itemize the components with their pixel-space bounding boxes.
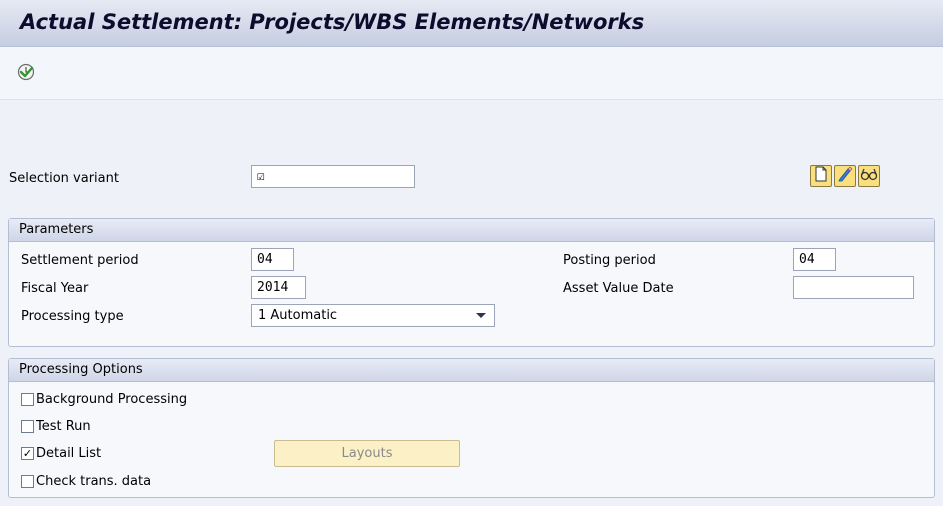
processing-type-value: 1 Automatic <box>258 308 338 323</box>
processing-options-group-title: Processing Options <box>9 359 934 382</box>
background-processing-label: Background Processing <box>36 391 188 407</box>
change-variant-button[interactable] <box>834 165 856 187</box>
posting-period-label: Posting period <box>563 253 656 268</box>
asset-value-date-input[interactable] <box>793 276 914 299</box>
detail-list-checkbox[interactable]: ✓ <box>21 446 34 460</box>
processing-type-dropdown[interactable]: 1 Automatic <box>251 304 495 327</box>
create-document-icon <box>814 166 828 186</box>
test-run-checkbox[interactable] <box>21 419 34 433</box>
layouts-button[interactable]: Layouts <box>274 440 460 467</box>
edit-pencil-icon <box>837 166 853 186</box>
settlement-period-label: Settlement period <box>21 253 139 268</box>
settlement-period-value: 04 <box>257 252 273 267</box>
detail-list-label: Detail List <box>36 445 102 461</box>
fiscal-year-input[interactable]: 2014 <box>251 276 306 299</box>
selection-variant-input[interactable]: ☑ <box>251 165 415 188</box>
test-run-label: Test Run <box>36 418 91 434</box>
selection-variant-label: Selection variant <box>9 171 119 186</box>
display-variant-button[interactable] <box>858 165 880 187</box>
page-title: Actual Settlement: Projects/WBS Elements… <box>20 10 645 34</box>
create-variant-button[interactable] <box>810 165 832 187</box>
processing-type-label: Processing type <box>21 309 124 324</box>
test-run-option[interactable]: Test Run <box>21 416 91 436</box>
title-bar: Actual Settlement: Projects/WBS Elements… <box>0 0 943 47</box>
background-processing-option[interactable]: Background Processing <box>21 389 187 409</box>
execute-clock-icon[interactable] <box>17 63 35 81</box>
settlement-period-input[interactable]: 04 <box>251 248 294 271</box>
check-trans-data-option[interactable]: Check trans. data <box>21 471 151 491</box>
posting-period-input[interactable]: 04 <box>793 248 836 271</box>
parameters-group-title: Parameters <box>9 219 934 242</box>
fiscal-year-value: 2014 <box>257 280 289 295</box>
check-trans-data-checkbox[interactable] <box>21 474 34 488</box>
posting-period-value: 04 <box>799 252 815 267</box>
dropdown-arrow-icon <box>476 313 486 318</box>
fiscal-year-label: Fiscal Year <box>21 281 89 296</box>
asset-value-date-label: Asset Value Date <box>563 281 674 296</box>
application-toolbar <box>0 47 943 100</box>
checkmark-icon: ✓ <box>22 446 33 460</box>
background-processing-checkbox[interactable] <box>21 392 34 406</box>
check-trans-data-label: Check trans. data <box>36 473 152 489</box>
display-glasses-icon <box>860 167 878 185</box>
detail-list-option[interactable]: ✓ Detail List <box>21 443 101 463</box>
selection-variant-value: ☑ <box>257 169 265 184</box>
